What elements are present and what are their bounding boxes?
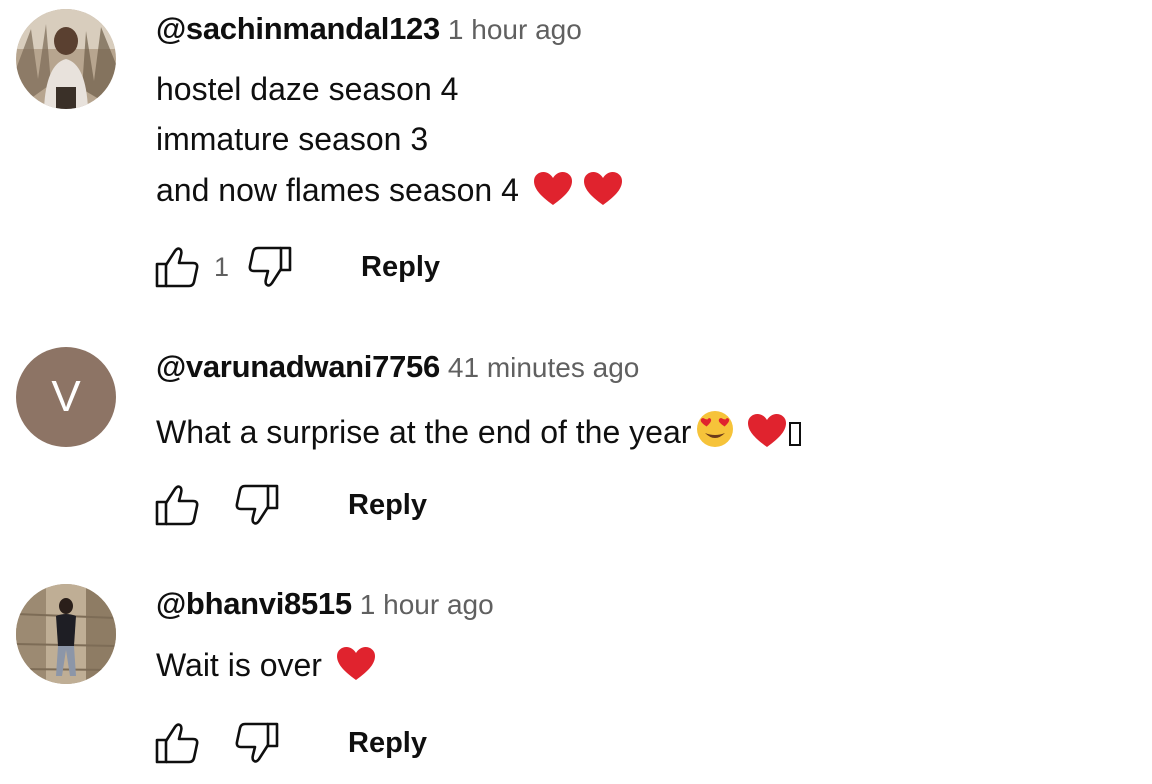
comment-header: @varunadwani7756 41 minutes ago bbox=[156, 349, 639, 385]
avatar-letter: V bbox=[51, 372, 81, 421]
comment-text-line: hostel daze season 4 bbox=[156, 71, 458, 108]
like-count: 1 bbox=[214, 251, 230, 282]
avatar[interactable] bbox=[16, 584, 116, 684]
thumbs-up-icon[interactable] bbox=[152, 718, 202, 768]
comment-time[interactable]: 1 hour ago bbox=[360, 589, 494, 620]
heart-emoji bbox=[583, 171, 623, 207]
comment-text: and now flames season 4 bbox=[156, 172, 519, 208]
heart-emoji bbox=[747, 413, 787, 449]
comment-text-line: What a surprise at the end of the year bbox=[156, 409, 802, 451]
comment-header: @sachinmandal123 1 hour ago bbox=[156, 11, 582, 47]
reply-button[interactable]: Reply bbox=[361, 251, 440, 284]
comment-text: Wait is over bbox=[156, 647, 322, 683]
comment-actions: Reply bbox=[152, 718, 427, 768]
avatar[interactable] bbox=[16, 9, 116, 109]
comment-actions: Reply bbox=[152, 480, 427, 530]
comment-time[interactable]: 41 minutes ago bbox=[448, 352, 639, 383]
thumbs-down-icon[interactable] bbox=[245, 242, 295, 292]
avatar[interactable]: V bbox=[16, 347, 116, 447]
comment-text: hostel daze season 4 bbox=[156, 71, 459, 107]
reply-button[interactable]: Reply bbox=[348, 489, 427, 522]
comment-actions: 1 Reply bbox=[152, 242, 440, 292]
heart-eyes-emoji bbox=[695, 409, 735, 449]
missing-glyph bbox=[789, 422, 802, 446]
comment-text-line: and now flames season 4 bbox=[156, 171, 623, 209]
comment-text-line: Wait is over bbox=[156, 646, 376, 684]
comment-text-line: immature season 3 bbox=[156, 121, 428, 158]
comment-author[interactable]: @sachinmandal123 bbox=[156, 11, 440, 46]
thumbs-down-icon[interactable] bbox=[232, 480, 282, 530]
reply-button[interactable]: Reply bbox=[348, 727, 427, 760]
comment-author[interactable]: @bhanvi8515 bbox=[156, 586, 352, 621]
comment-author[interactable]: @varunadwani7756 bbox=[156, 349, 440, 384]
comment-time[interactable]: 1 hour ago bbox=[448, 14, 582, 45]
heart-emoji bbox=[336, 646, 376, 682]
comment-text: immature season 3 bbox=[156, 121, 429, 157]
thumbs-down-icon[interactable] bbox=[232, 718, 282, 768]
thumbs-up-icon[interactable] bbox=[152, 480, 202, 530]
comment-text: What a surprise at the end of the year bbox=[156, 414, 692, 450]
thumbs-up-icon[interactable] bbox=[152, 242, 202, 292]
avatar-photo bbox=[16, 9, 116, 109]
heart-emoji bbox=[533, 171, 573, 207]
avatar-photo bbox=[16, 584, 116, 684]
comment-header: @bhanvi8515 1 hour ago bbox=[156, 586, 494, 622]
